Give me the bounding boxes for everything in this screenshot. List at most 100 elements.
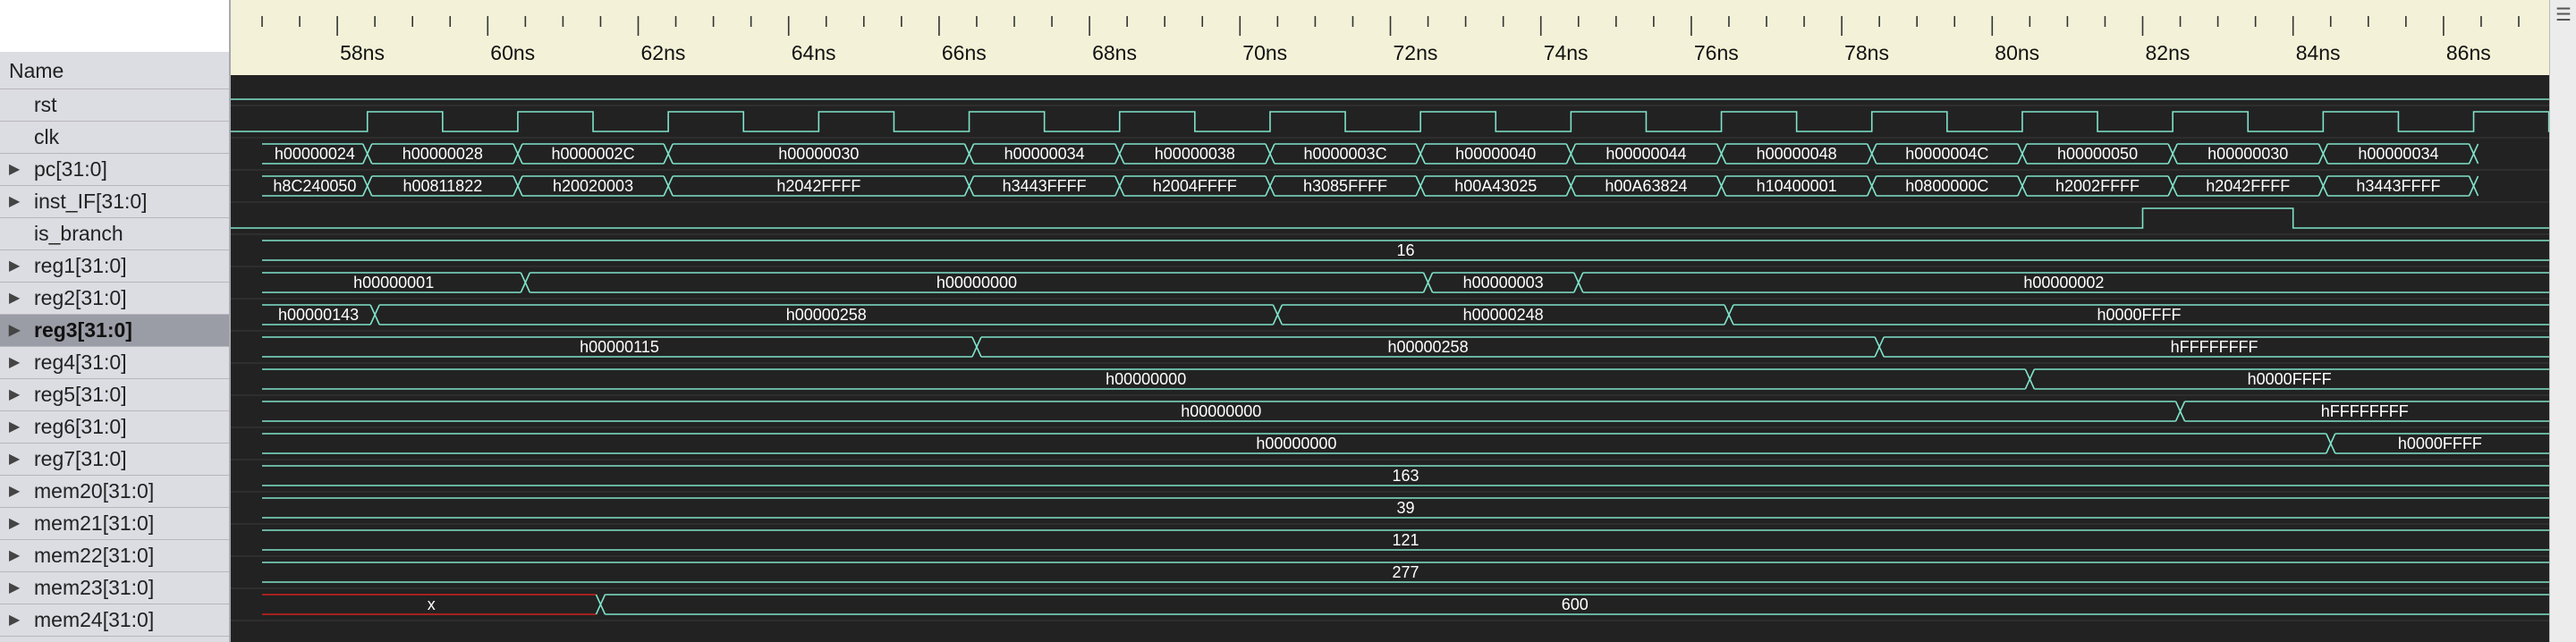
signal-row[interactable]: ▶ pc[31:0] — [0, 154, 229, 186]
mem22-value: 121 — [1392, 531, 1419, 549]
signal-name: reg2[31:0] — [34, 286, 127, 309]
ruler-time-label: 78ns — [1844, 41, 1889, 64]
mem24-value: x — [428, 596, 436, 613]
pc-value: h0000002C — [551, 145, 634, 163]
signal-name: reg7[31:0] — [34, 447, 127, 470]
expand-triangle-icon[interactable]: ▶ — [9, 379, 20, 410]
reg7-value: h00000000 — [1256, 435, 1336, 452]
expand-triangle-icon[interactable]: ▶ — [9, 604, 20, 636]
pc-value: h00000048 — [1757, 145, 1837, 163]
signal-row[interactable]: ▶ inst_IF[31:0] — [0, 186, 229, 218]
signal-name: mem21[31:0] — [34, 511, 155, 535]
signal-name: reg1[31:0] — [34, 254, 127, 277]
reg3-value: h00000143 — [278, 306, 359, 324]
pc-value: h00000034 — [2358, 145, 2438, 163]
reg2-value: h00000003 — [1463, 274, 1544, 291]
signal-row[interactable]: ▶ reg6[31:0] — [0, 411, 229, 443]
expand-triangle-icon[interactable]: ▶ — [9, 411, 20, 443]
reg6-value: h00000000 — [1181, 402, 1261, 420]
expand-triangle-icon[interactable]: ▶ — [9, 540, 20, 571]
ruler-time-label: 76ns — [1693, 41, 1739, 64]
reg3-value: h00000248 — [1463, 306, 1544, 324]
inst_IF-value: h00A63824 — [1605, 177, 1687, 195]
signal-names-panel: Name rst clk ▶ pc[31:0] ▶ inst_IF[31:0] is_bra… — [0, 0, 231, 642]
signal-name: mem24[31:0] — [34, 608, 155, 631]
expand-triangle-icon[interactable]: ▶ — [9, 283, 20, 314]
clk-wave — [231, 111, 2549, 132]
signal-row[interactable]: ▶ reg1[31:0] — [0, 250, 229, 283]
ruler-time-label: 58ns — [340, 41, 385, 64]
waveform-svg: h00000024 h00000028 h0000002C h00000030 h000… — [231, 98, 2549, 621]
reg4-bus: h00000115 h00000258 hFFFFFFFF — [262, 336, 2549, 358]
signal-row[interactable]: ▶ reg7[31:0] — [0, 443, 229, 476]
signal-name: inst_IF[31:0] — [34, 190, 148, 213]
signal-row[interactable]: rst — [0, 89, 229, 122]
signal-name: pc[31:0] — [34, 157, 107, 181]
reg7-bus: h00000000 h0000FFFF — [262, 433, 2549, 454]
signal-row[interactable]: ▶ reg3[31:0] — [0, 315, 229, 347]
signal-row[interactable]: ▶ mem20[31:0] — [0, 476, 229, 508]
inst_IF-value: h2002FFFF — [2055, 177, 2140, 195]
ruler-time-label: 60ns — [490, 41, 536, 64]
ruler-time-label: 68ns — [1092, 41, 1137, 64]
inst_IF-value: h0800000C — [1905, 177, 1988, 195]
reg4-value: hFFFFFFFF — [2171, 338, 2258, 356]
signal-row[interactable]: is_branch — [0, 218, 229, 250]
reg3-value: h0000FFFF — [2097, 306, 2181, 324]
inst_IF-value: h2042FFFF — [2206, 177, 2290, 195]
reg4-value: h00000258 — [1387, 338, 1468, 356]
signal-row[interactable]: ▶ mem21[31:0] — [0, 508, 229, 540]
time-ruler[interactable]: 58ns 60ns 62ns 64ns 66ns 68ns 70ns 72ns 74ns 76ns… — [231, 0, 2549, 77]
inst_IF-value: h2004FFFF — [1153, 177, 1237, 195]
expand-triangle-icon[interactable]: ▶ — [9, 250, 20, 282]
signal-row[interactable]: ▶ mem22[31:0] — [0, 540, 229, 572]
ruler-time-label: 64ns — [791, 41, 836, 64]
is-branch-wave — [231, 207, 2549, 229]
reg6-value: hFFFFFFFF — [2321, 402, 2409, 420]
signal-name: reg3[31:0] — [34, 318, 132, 342]
menu-icon[interactable]: ☰ — [2555, 4, 2572, 26]
expand-triangle-icon[interactable]: ▶ — [9, 347, 20, 378]
inst_IF-value: h2042FFFF — [776, 177, 860, 195]
ruler-time-label: 74ns — [1543, 41, 1589, 64]
mem23-value: 277 — [1392, 563, 1419, 581]
expand-triangle-icon[interactable]: ▶ — [9, 443, 20, 475]
signal-name: mem20[31:0] — [34, 479, 155, 503]
signal-row[interactable]: ▶ reg2[31:0] — [0, 283, 229, 315]
signal-name: mem23[31:0] — [34, 576, 155, 599]
pc-value: h00000030 — [778, 145, 859, 163]
expand-triangle-icon[interactable]: ▶ — [9, 315, 20, 346]
expand-triangle-icon[interactable]: ▶ — [9, 572, 20, 604]
inst_IF-value: h20020003 — [553, 177, 633, 195]
right-scroll-strip[interactable]: ☰ — [2549, 0, 2576, 642]
mem22-bus: 121 — [262, 529, 2549, 551]
signal-name: is_branch — [34, 222, 123, 245]
signal-row[interactable]: ▶ reg5[31:0] — [0, 379, 229, 411]
signal-name: mem22[31:0] — [34, 544, 155, 567]
waveform-canvas[interactable]: h00000024 h00000028 h0000002C h00000030 h000… — [231, 75, 2549, 642]
names-header[interactable]: Name — [0, 52, 229, 89]
mem20-value: 163 — [1392, 467, 1419, 485]
reg3-bus: h00000143 h00000258 h00000248 h0000FFFF — [262, 304, 2549, 325]
ruler-time-label: 82ns — [2145, 41, 2190, 64]
signal-row[interactable]: ▶ mem23[31:0] — [0, 572, 229, 604]
reg2-bus: h00000001 h00000000 h00000003 h00000002 — [262, 272, 2549, 293]
mem23-bus: 277 — [262, 562, 2549, 583]
reg5-bus: h00000000 h0000FFFF — [262, 368, 2549, 390]
pc-value: h00000038 — [1155, 145, 1235, 163]
reg1-value: 16 — [1396, 241, 1414, 259]
signal-row[interactable]: clk — [0, 122, 229, 154]
inst_IF-value: h10400001 — [1757, 177, 1837, 195]
expand-triangle-icon[interactable]: ▶ — [9, 476, 20, 507]
expand-triangle-icon[interactable]: ▶ — [9, 154, 20, 185]
pc-value: h00000030 — [2207, 145, 2288, 163]
reg4-value: h00000115 — [580, 338, 659, 356]
reg2-value: h00000002 — [2023, 274, 2104, 291]
expand-triangle-icon[interactable]: ▶ — [9, 186, 20, 217]
signal-row[interactable]: ▶ mem24[31:0] — [0, 604, 229, 637]
signal-name: rst — [34, 93, 57, 116]
ruler-time-label: 62ns — [640, 41, 686, 64]
expand-triangle-icon[interactable]: ▶ — [9, 508, 20, 539]
ruler-time-label: 72ns — [1393, 41, 1438, 64]
signal-row[interactable]: ▶ reg4[31:0] — [0, 347, 229, 379]
